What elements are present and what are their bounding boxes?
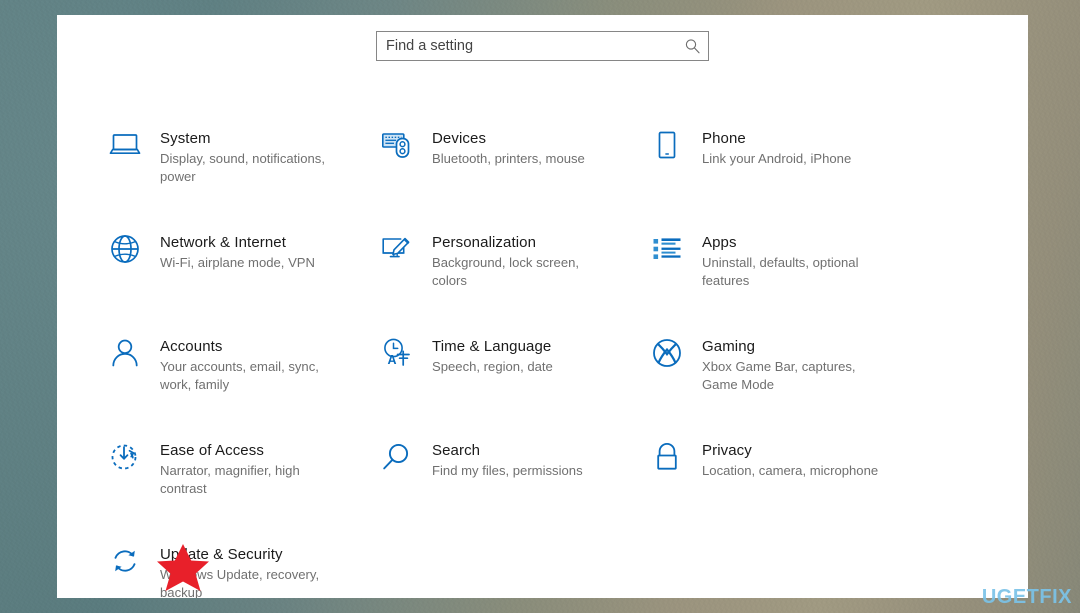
lock-icon <box>651 441 695 481</box>
settings-item-text: Accounts Your accounts, email, sync, wor… <box>153 337 335 393</box>
settings-item-title: Accounts <box>160 338 223 355</box>
settings-item-text: Apps Uninstall, defaults, optional featu… <box>695 233 892 289</box>
person-icon <box>109 337 153 377</box>
settings-item-privacy[interactable]: Privacy Location, camera, microphone <box>651 431 921 535</box>
settings-item-subtitle: Xbox Game Bar, captures, Game Mode <box>702 359 856 392</box>
settings-item-text: Devices Bluetooth, printers, mouse <box>425 129 585 168</box>
settings-item-subtitle: Your accounts, email, sync, work, family <box>160 359 319 392</box>
settings-item-subtitle: Link your Android, iPhone <box>702 151 852 166</box>
watermark: UGETFIX <box>981 586 1072 608</box>
svg-text:A: A <box>388 353 397 367</box>
search-box[interactable] <box>376 31 709 61</box>
settings-item-text: Phone Link your Android, iPhone <box>695 129 851 168</box>
settings-item-text: Gaming Xbox Game Bar, captures, Game Mod… <box>695 337 892 393</box>
settings-item-update-security[interactable]: Update & Security Windows Update, recove… <box>109 535 381 598</box>
globe-icon <box>109 233 153 273</box>
settings-item-title: Gaming <box>702 338 756 355</box>
settings-category-grid: System Display, sound, notifications, po… <box>57 119 1028 598</box>
search-row <box>57 31 1028 61</box>
settings-item-devices[interactable]: Devices Bluetooth, printers, mouse <box>381 119 651 223</box>
settings-item-ease-of-access[interactable]: Ease of Access Narrator, magnifier, high… <box>109 431 381 535</box>
phone-icon <box>651 129 695 169</box>
search-icon[interactable] <box>685 39 700 54</box>
ease-of-access-icon <box>109 441 153 481</box>
update-security-icon <box>109 545 153 585</box>
settings-item-text: Personalization Background, lock screen,… <box>425 233 607 289</box>
settings-item-title: Search <box>432 442 481 459</box>
settings-item-title: Network & Internet <box>160 234 287 251</box>
settings-item-subtitle: Display, sound, notifications, power <box>160 151 325 184</box>
settings-item-search[interactable]: Search Find my files, permissions <box>381 431 651 535</box>
settings-item-accounts[interactable]: Accounts Your accounts, email, sync, wor… <box>109 327 381 431</box>
list-icon <box>651 233 695 273</box>
settings-item-system[interactable]: System Display, sound, notifications, po… <box>109 119 381 223</box>
settings-item-title: Update & Security <box>160 546 283 563</box>
settings-item-subtitle: Bluetooth, printers, mouse <box>432 151 585 166</box>
settings-item-text: Time & Language Speech, region, date <box>425 337 553 376</box>
settings-window: System Display, sound, notifications, po… <box>57 15 1028 598</box>
settings-item-subtitle: Windows Update, recovery, backup <box>160 567 320 598</box>
settings-item-apps[interactable]: Apps Uninstall, defaults, optional featu… <box>651 223 921 327</box>
settings-item-text: Update & Security Windows Update, recove… <box>153 545 335 598</box>
settings-item-subtitle: Uninstall, defaults, optional features <box>702 255 859 288</box>
settings-item-title: Ease of Access <box>160 442 264 459</box>
settings-item-phone[interactable]: Phone Link your Android, iPhone <box>651 119 921 223</box>
settings-item-subtitle: Find my files, permissions <box>432 463 583 478</box>
settings-item-text: Ease of Access Narrator, magnifier, high… <box>153 441 335 497</box>
settings-item-title: System <box>160 130 211 147</box>
monitor-brush-icon <box>381 233 425 273</box>
settings-item-time-language[interactable]: A Time & Language Speech, region, date <box>381 327 651 431</box>
settings-item-title: Privacy <box>702 442 752 459</box>
search-input[interactable] <box>377 32 708 60</box>
laptop-icon <box>109 129 153 169</box>
xbox-icon <box>651 337 695 377</box>
settings-item-text: System Display, sound, notifications, po… <box>153 129 335 185</box>
settings-item-title: Apps <box>702 234 737 251</box>
settings-item-title: Phone <box>702 130 746 147</box>
settings-item-network-internet[interactable]: Network & Internet Wi-Fi, airplane mode,… <box>109 223 381 327</box>
settings-item-title: Devices <box>432 130 487 147</box>
keyboard-mouse-icon <box>381 129 425 169</box>
clock-language-icon: A <box>381 337 425 377</box>
settings-item-title: Personalization <box>432 234 537 251</box>
settings-item-title: Time & Language <box>432 338 552 355</box>
settings-item-gaming[interactable]: Gaming Xbox Game Bar, captures, Game Mod… <box>651 327 921 431</box>
settings-item-subtitle: Speech, region, date <box>432 359 553 374</box>
magnifier-icon <box>381 441 425 481</box>
settings-item-subtitle: Background, lock screen, colors <box>432 255 580 288</box>
settings-item-subtitle: Narrator, magnifier, high contrast <box>160 463 300 496</box>
settings-item-text: Privacy Location, camera, microphone <box>695 441 878 480</box>
settings-item-text: Search Find my files, permissions <box>425 441 583 480</box>
settings-item-subtitle: Location, camera, microphone <box>702 463 879 478</box>
settings-item-personalization[interactable]: Personalization Background, lock screen,… <box>381 223 651 327</box>
settings-item-subtitle: Wi-Fi, airplane mode, VPN <box>160 255 315 270</box>
settings-item-text: Network & Internet Wi-Fi, airplane mode,… <box>153 233 315 272</box>
